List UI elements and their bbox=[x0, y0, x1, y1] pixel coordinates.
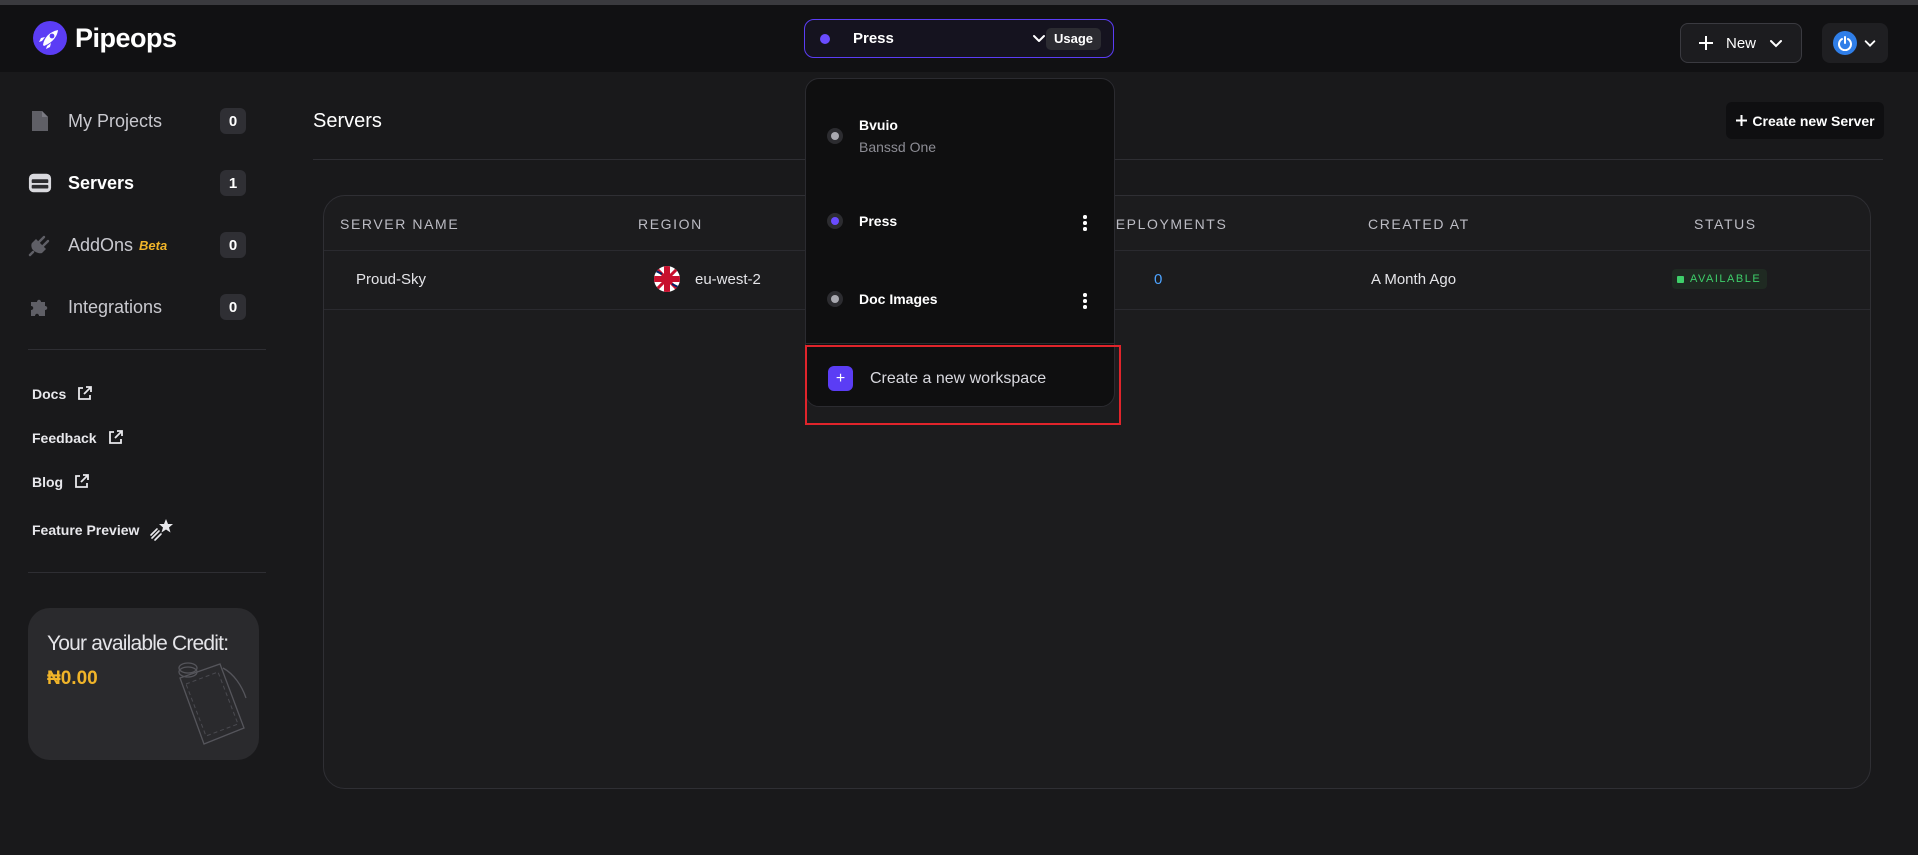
workspace-dropdown: Bvuio Banssd One Press Doc Images + Crea… bbox=[805, 78, 1115, 407]
chevron-down-icon bbox=[1770, 40, 1782, 48]
sidebar-item-integrations[interactable]: Integrations 0 bbox=[28, 291, 248, 323]
count-badge: 0 bbox=[220, 108, 246, 134]
column-header-server-name[interactable]: SERVER NAME bbox=[340, 216, 459, 232]
create-server-label: Create new Server bbox=[1752, 112, 1875, 129]
sidebar-item-label: AddOns bbox=[68, 234, 134, 255]
count-badge: 0 bbox=[220, 232, 246, 258]
column-header-status[interactable]: STATUS bbox=[1694, 216, 1757, 232]
status-badge: AVAILABLE bbox=[1672, 269, 1768, 289]
sidebar-item-my-projects[interactable]: My Projects 0 bbox=[28, 105, 248, 137]
more-vertical-icon[interactable] bbox=[1083, 293, 1087, 311]
workspace-item-bvuio[interactable]: Bvuio Banssd One bbox=[806, 109, 1114, 159]
sidebar-link-feature-preview[interactable]: Feature Preview bbox=[32, 517, 175, 543]
plug-icon bbox=[28, 233, 52, 257]
puzzle-icon bbox=[28, 295, 52, 319]
external-link-icon bbox=[78, 386, 93, 400]
sidebar-divider bbox=[28, 349, 266, 350]
logo[interactable]: Pipeops bbox=[33, 21, 177, 55]
sidebar-link-blog[interactable]: Blog bbox=[32, 473, 90, 490]
workspace-item-press[interactable]: Press bbox=[806, 206, 1114, 236]
sidebar: My Projects 0 Servers 1 AddOns Beta 0 In… bbox=[0, 72, 268, 855]
workspace-name: Press bbox=[853, 30, 894, 47]
power-icon bbox=[1838, 36, 1852, 51]
sidebar-link-docs[interactable]: Docs bbox=[32, 385, 93, 402]
workspace-item-name: Press bbox=[859, 213, 898, 229]
credit-title: Your available Credit: bbox=[47, 632, 229, 655]
chevron-down-icon[interactable] bbox=[1031, 30, 1047, 51]
sidebar-item-label: Servers bbox=[68, 172, 135, 193]
column-header-region[interactable]: REGION bbox=[638, 216, 703, 232]
server-icon bbox=[28, 171, 52, 195]
workspace-status-dot bbox=[827, 213, 843, 229]
create-workspace-label: Create a new workspace bbox=[870, 369, 1047, 387]
workspace-status-dot bbox=[827, 291, 843, 307]
dropdown-divider bbox=[806, 343, 1114, 344]
sidebar-item-addons[interactable]: AddOns Beta 0 bbox=[28, 229, 248, 261]
sidebar-link-feedback[interactable]: Feedback bbox=[32, 429, 124, 446]
link-label: Feature Preview bbox=[32, 522, 140, 538]
top-header: Pipeops Press Usage New bbox=[0, 5, 1918, 72]
credit-card: Your available Credit: ₦0.00 bbox=[28, 608, 259, 760]
rocket-logo-icon bbox=[33, 21, 67, 55]
create-workspace-button[interactable]: + Create a new workspace bbox=[828, 366, 1046, 391]
count-badge: 0 bbox=[220, 294, 246, 320]
sidebar-item-label: My Projects bbox=[68, 110, 163, 131]
account-menu-button[interactable] bbox=[1822, 23, 1888, 63]
workspace-item-name: Bvuio bbox=[859, 117, 898, 133]
server-name-cell[interactable]: Proud-Sky bbox=[356, 271, 426, 288]
create-server-button[interactable]: Create new Server bbox=[1726, 102, 1884, 139]
link-label: Blog bbox=[32, 473, 64, 490]
sidebar-divider bbox=[28, 572, 266, 573]
created-at-cell: A Month Ago bbox=[1371, 271, 1457, 288]
wallet-illustration-icon bbox=[178, 662, 247, 745]
external-link-icon bbox=[108, 430, 123, 444]
workspace-item-name: Doc Images bbox=[859, 291, 938, 307]
credit-amount: ₦0.00 bbox=[47, 668, 98, 689]
document-icon bbox=[28, 109, 52, 133]
plus-icon: + bbox=[828, 366, 853, 391]
shooting-star-icon bbox=[150, 519, 174, 541]
plus-icon bbox=[1698, 36, 1713, 50]
deployments-cell[interactable]: 0 bbox=[1154, 271, 1162, 288]
status-label: AVAILABLE bbox=[1690, 273, 1762, 285]
new-button[interactable]: New bbox=[1680, 23, 1802, 63]
workspace-item-subtitle: Banssd One bbox=[859, 139, 937, 155]
workspace-active-dot bbox=[820, 33, 830, 44]
column-header-created-at[interactable]: CREATED AT bbox=[1368, 216, 1470, 232]
logo-text: Pipeops bbox=[75, 22, 177, 53]
sidebar-item-label: Integrations bbox=[68, 296, 163, 317]
new-button-label: New bbox=[1725, 34, 1756, 52]
avatar bbox=[1833, 31, 1857, 55]
page-title: Servers bbox=[313, 110, 382, 132]
column-header-deployments[interactable]: DEPLOYMENTS bbox=[1104, 216, 1227, 232]
region-cell: eu-west-2 bbox=[695, 271, 761, 288]
uk-flag-icon bbox=[654, 266, 680, 292]
link-label: Feedback bbox=[32, 429, 97, 446]
usage-button[interactable]: Usage bbox=[1045, 28, 1101, 50]
chevron-down-icon bbox=[1864, 40, 1876, 47]
link-label: Docs bbox=[32, 385, 67, 402]
workspace-selector[interactable]: Press Usage bbox=[804, 19, 1114, 58]
beta-badge: Beta bbox=[139, 237, 168, 253]
external-link-icon bbox=[75, 474, 90, 488]
count-badge: 1 bbox=[220, 170, 246, 196]
sidebar-item-servers[interactable]: Servers 1 bbox=[28, 167, 248, 199]
plus-icon bbox=[1736, 115, 1748, 126]
workspace-status-dot bbox=[827, 128, 843, 144]
more-vertical-icon[interactable] bbox=[1083, 215, 1087, 233]
status-dot bbox=[1677, 275, 1684, 283]
workspace-item-doc-images[interactable]: Doc Images bbox=[806, 284, 1114, 314]
